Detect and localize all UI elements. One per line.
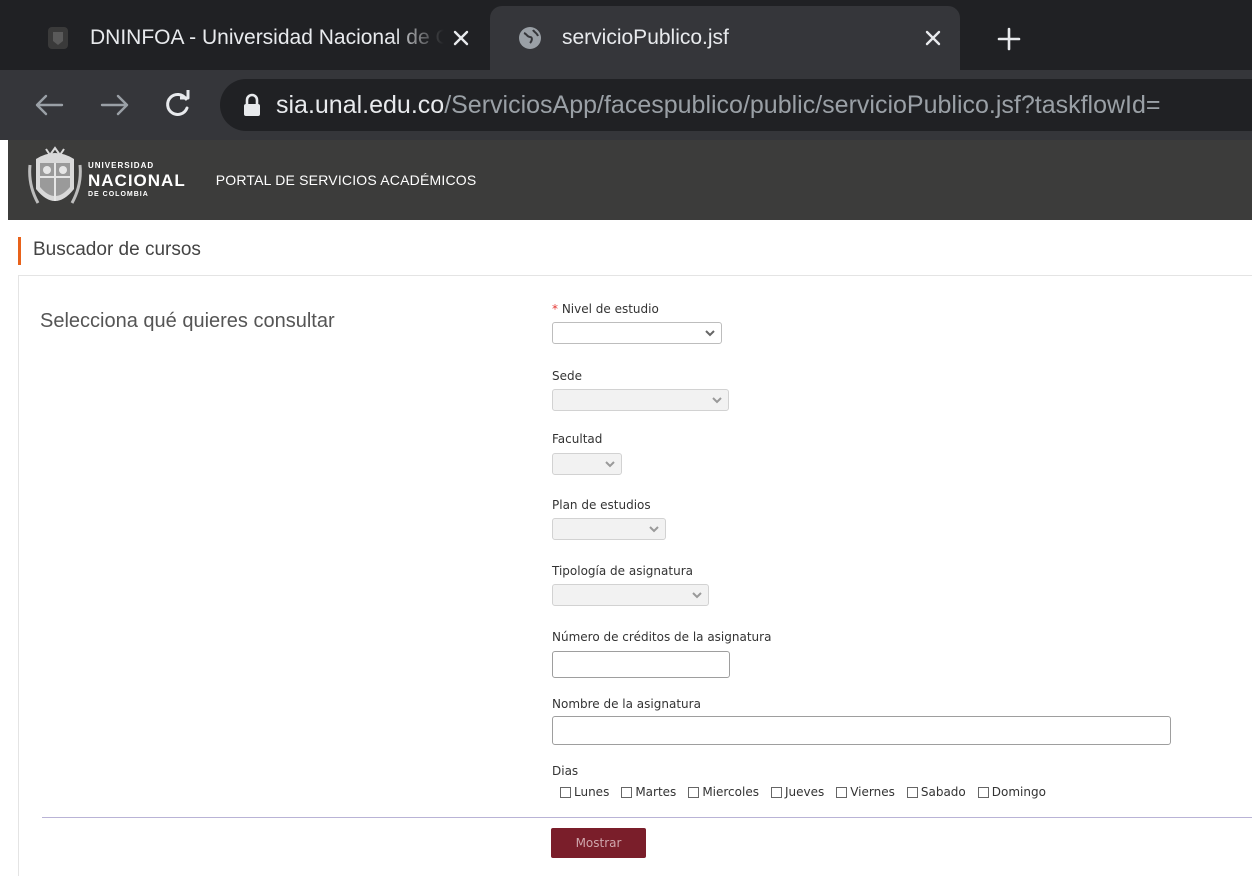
day-label: Sabado [920, 785, 966, 799]
dias-label: Dias [552, 764, 579, 778]
nivel-label-text: Nivel de estudio [561, 302, 659, 316]
sede-label: Sede [552, 369, 582, 383]
divider [42, 817, 1252, 818]
day-domingo[interactable]: Domingo [977, 785, 1046, 799]
nivel-label: * Nivel de estudio [552, 302, 659, 316]
tab-title: servicioPublico.jsf [562, 26, 729, 49]
nombre-input[interactable] [552, 716, 1171, 745]
creditos-label: Número de créditos de la asignatura [552, 630, 772, 644]
coat-of-arms-icon [28, 146, 82, 204]
new-tab-plus-icon[interactable] [990, 20, 1028, 58]
day-jueves[interactable]: Jueves [770, 785, 825, 799]
creditos-input[interactable] [552, 651, 730, 678]
logo-line-3: DE COLOMBIA [88, 191, 149, 198]
globe-icon [519, 27, 541, 49]
plan-select[interactable] [552, 518, 666, 540]
plan-label: Plan de estudios [552, 498, 651, 512]
checkbox[interactable] [621, 786, 633, 798]
browser-tab-bar: DNINFOA - Universidad Nacional de Colomb… [0, 0, 1252, 70]
browser-tab-dninfoa[interactable]: DNINFOA - Universidad Nacional de Colomb… [18, 6, 488, 70]
browser-toolbar: sia.unal.edu.co/ServiciosApp/facespublic… [0, 70, 1252, 140]
checkbox[interactable] [560, 786, 571, 798]
day-martes[interactable]: Martes [621, 785, 676, 799]
url-host: sia.unal.edu.co [276, 90, 445, 119]
site-header: UNIVERSIDAD NACIONAL DE COLOMBIA PORTAL … [8, 140, 1252, 220]
logo-line-2: NACIONAL [88, 171, 186, 190]
lock-icon [244, 93, 260, 116]
reload-icon[interactable] [158, 86, 196, 124]
nivel-select[interactable] [552, 322, 722, 344]
mostrar-button[interactable]: Mostrar [551, 828, 646, 858]
checkbox[interactable] [770, 786, 782, 798]
chevron-down-icon [605, 461, 615, 468]
page-title: Buscador de cursos [18, 237, 201, 265]
checkbox[interactable] [836, 786, 848, 798]
day-label: Martes [635, 785, 677, 799]
portal-title: PORTAL DE SERVICIOS ACADÉMICOS [215, 172, 477, 188]
day-label: Viernes [850, 785, 895, 799]
chevron-down-icon [692, 592, 702, 599]
university-favicon-icon [48, 27, 68, 49]
chevron-down-icon [712, 397, 722, 404]
day-label: Miercoles [702, 785, 759, 799]
checkbox[interactable] [977, 786, 989, 798]
required-mark: * [552, 302, 558, 316]
chevron-down-icon [649, 526, 659, 533]
tab-title: DNINFOA - Universidad Nacional de Colomb… [90, 26, 444, 49]
browser-tab-serviciopublico[interactable]: servicioPublico.jsf [490, 6, 960, 70]
day-label: Jueves [784, 785, 825, 799]
url-path: /ServiciosApp/facespublico/public/servic… [444, 90, 1161, 119]
chevron-down-icon [705, 330, 715, 337]
address-bar[interactable]: sia.unal.edu.co/ServiciosApp/facespublic… [220, 79, 1252, 131]
tipologia-label: Tipología de asignatura [552, 564, 693, 578]
days-checkbox-group: Lunes Martes Miercoles Jueves Viernes Sa… [560, 785, 1046, 799]
facultad-label: Facultad [552, 432, 603, 446]
day-viernes[interactable]: Viernes [836, 785, 895, 799]
day-label: Domingo [991, 785, 1046, 799]
section-title: Selecciona qué quieres consultar [40, 310, 335, 332]
facultad-select[interactable] [552, 453, 622, 475]
logo-text: UNIVERSIDAD NACIONAL DE COLOMBIA [88, 161, 186, 199]
day-lunes[interactable]: Lunes [560, 785, 609, 799]
nombre-label: Nombre de la asignatura [552, 697, 701, 711]
tipologia-select[interactable] [552, 584, 709, 606]
back-arrow-icon[interactable] [30, 86, 68, 124]
day-sabado[interactable]: Sabado [906, 785, 966, 799]
checkbox[interactable] [906, 786, 918, 798]
checkbox[interactable] [688, 786, 700, 798]
day-label: Lunes [574, 785, 610, 799]
university-logo[interactable]: UNIVERSIDAD NACIONAL DE COLOMBIA [28, 145, 186, 215]
logo-line-1: UNIVERSIDAD [88, 161, 155, 170]
day-miercoles[interactable]: Miercoles [688, 785, 759, 799]
tab-close-icon[interactable] [916, 21, 950, 55]
forward-arrow-icon[interactable] [96, 86, 134, 124]
sede-select[interactable] [552, 389, 729, 411]
tab-close-icon[interactable] [444, 21, 478, 55]
